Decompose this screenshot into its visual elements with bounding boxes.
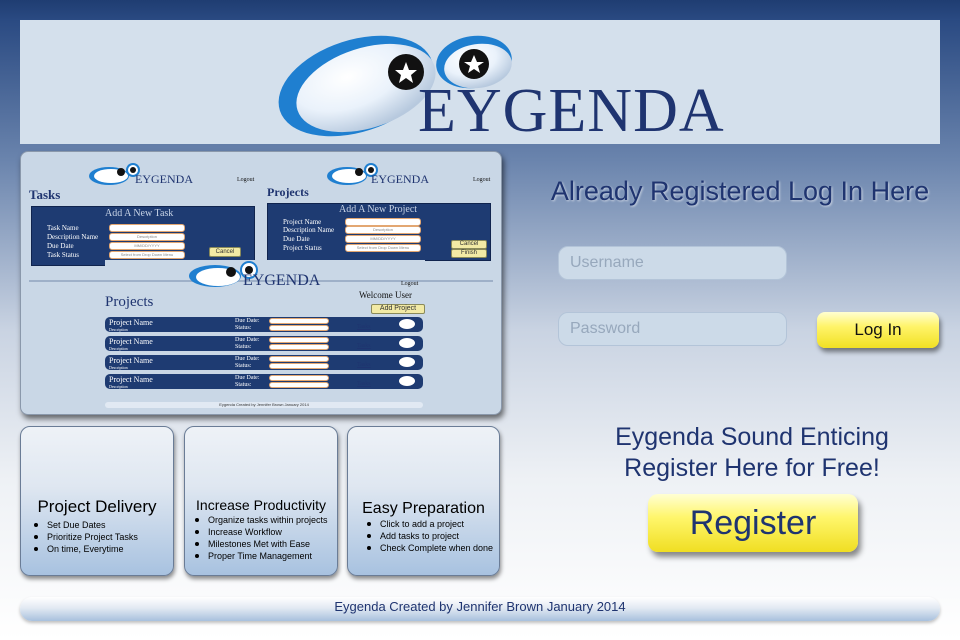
mini-label: Due Date <box>47 242 74 250</box>
mini-field <box>269 356 329 362</box>
tile-list-item: Add tasks to project <box>366 530 493 542</box>
tile-list-item: Organize tasks within projects <box>194 514 328 526</box>
mini-logout: Logout <box>473 177 491 183</box>
app-preview-image: EYGENDA Logout Tasks Add A New Task Task… <box>20 151 502 415</box>
mini-row-name: Project Name <box>109 318 153 327</box>
login-heading: Already Registered Log In Here <box>550 176 930 206</box>
mini-field <box>269 337 329 343</box>
tile-list-item: Increase Workflow <box>194 526 328 538</box>
mini-field: Select from Drop Down Menu <box>109 251 185 259</box>
mini-row-status: Status: <box>235 344 252 350</box>
mini-logo-text: EYGENDA <box>243 272 321 289</box>
tile-list-item: Check Complete when done <box>366 542 493 554</box>
mini-field <box>269 382 329 388</box>
mini-projects-title: Projects <box>267 185 309 199</box>
mini-field <box>345 218 421 226</box>
tile-title: Project Delivery <box>37 497 157 516</box>
feature-tile-project-delivery: Project Delivery Set Due Dates Prioritiz… <box>20 426 174 576</box>
register-button[interactable]: Register <box>648 494 858 552</box>
register-pitch-line1: Eygenda Sound Enticing <box>615 423 889 451</box>
mini-row-toggle <box>399 357 415 367</box>
mini-row-toggle <box>399 319 415 329</box>
mini-field <box>269 344 329 350</box>
mini-row-status: Status: <box>235 325 252 331</box>
username-input[interactable] <box>558 246 787 280</box>
mini-label: Description Name <box>283 226 335 234</box>
tile-list-item: Milestones Met with Ease <box>194 538 328 550</box>
mini-field <box>109 224 185 232</box>
mini-field: MM/DD/YYYY <box>109 242 185 250</box>
mini-finish-button: Finish <box>451 249 487 258</box>
mini-credit: Eygenda Created by Jennifer Brown Januar… <box>219 402 309 407</box>
mini-row-tasks: Tasks <box>357 381 371 387</box>
mini-field <box>269 318 329 324</box>
mini-add-task-title: Add A New Task <box>105 208 174 219</box>
header-banner: EYGENDA <box>20 20 940 144</box>
mini-label: Task Name <box>47 224 79 232</box>
mini-row-desc: Description <box>109 384 128 389</box>
mini-logout: Logout <box>401 281 419 287</box>
mini-logo-text: EYGENDA <box>135 172 193 186</box>
mini-field <box>269 363 329 369</box>
mini-label: Task Status <box>47 251 79 259</box>
mini-label: Project Status <box>283 244 322 252</box>
mini-row-due: Due Date: <box>235 318 260 324</box>
logo-wordmark: EYGENDA <box>418 77 725 145</box>
mini-row-name: Project Name <box>109 375 153 384</box>
mini-cancel-button: Cancel <box>451 240 487 249</box>
mini-row-due: Due Date: <box>235 337 260 343</box>
mini-row-desc: Description <box>109 346 128 351</box>
tile-list-item: Set Due Dates <box>33 519 138 531</box>
mini-label: Due Date <box>283 235 310 243</box>
feature-tile-increase-productivity: Increase Productivity Organize tasks wit… <box>184 426 338 576</box>
mini-label: Description Name <box>47 233 99 241</box>
mini-field: Description <box>109 233 185 241</box>
mini-row-toggle <box>399 376 415 386</box>
tile-list-item: Prioritize Project Tasks <box>33 531 138 543</box>
mini-row-desc: Description <box>109 327 128 332</box>
mini-row-status: Status: <box>235 382 252 388</box>
mini-row-tasks: Tasks <box>357 362 371 368</box>
tile-list: Set Due Dates Prioritize Project Tasks O… <box>33 519 138 555</box>
mini-row-due: Due Date: <box>235 375 260 381</box>
mini-field: Description <box>345 226 421 234</box>
mini-field <box>269 375 329 381</box>
mini-welcome: Welcome User <box>359 290 413 300</box>
tile-list: Click to add a project Add tasks to proj… <box>366 518 493 554</box>
mini-field <box>269 325 329 331</box>
mini-row-toggle <box>399 338 415 348</box>
footer-credit: Eygenda Created by Jennifer Brown Januar… <box>334 599 626 614</box>
mini-add-project-button: Add Project <box>371 304 425 314</box>
mini-tasks-title: Tasks <box>29 187 61 202</box>
tile-list-item: Click to add a project <box>366 518 493 530</box>
mini-row-status: Status: <box>235 363 252 369</box>
mini-label: Project Name <box>283 218 322 226</box>
mini-row-name: Project Name <box>109 337 153 346</box>
register-pitch-line2: Register Here for Free! <box>624 454 880 482</box>
tile-list-item: Proper Time Management <box>194 550 328 562</box>
mini-row-tasks: Tasks <box>357 343 371 349</box>
mini-logout: Logout <box>237 177 255 183</box>
mini-add-project-title: Add A New Project <box>339 204 418 215</box>
password-input[interactable] <box>558 312 787 346</box>
mini-row-due: Due Date: <box>235 356 260 362</box>
footer-bar: Eygenda Created by Jennifer Brown Januar… <box>20 597 940 621</box>
mini-field: Select from Drop Down Menu <box>345 244 421 252</box>
tile-title: Easy Preparation <box>362 500 485 517</box>
tile-list-item: On time, Everytime <box>33 543 138 555</box>
mini-row-tasks: Tasks <box>357 324 371 330</box>
mini-row-desc: Description <box>109 365 128 370</box>
feature-tile-easy-preparation: Easy Preparation Click to add a project … <box>347 426 500 576</box>
mini-logo-text: EYGENDA <box>371 172 429 186</box>
tile-title: Increase Productivity <box>196 497 326 513</box>
mini-row-name: Project Name <box>109 356 153 365</box>
mini-field: MM/DD/YYYY <box>345 235 421 243</box>
mini-projects-heading: Projects <box>105 294 154 310</box>
login-button[interactable]: Log In <box>817 312 939 348</box>
tile-list: Organize tasks within projects Increase … <box>194 514 328 562</box>
